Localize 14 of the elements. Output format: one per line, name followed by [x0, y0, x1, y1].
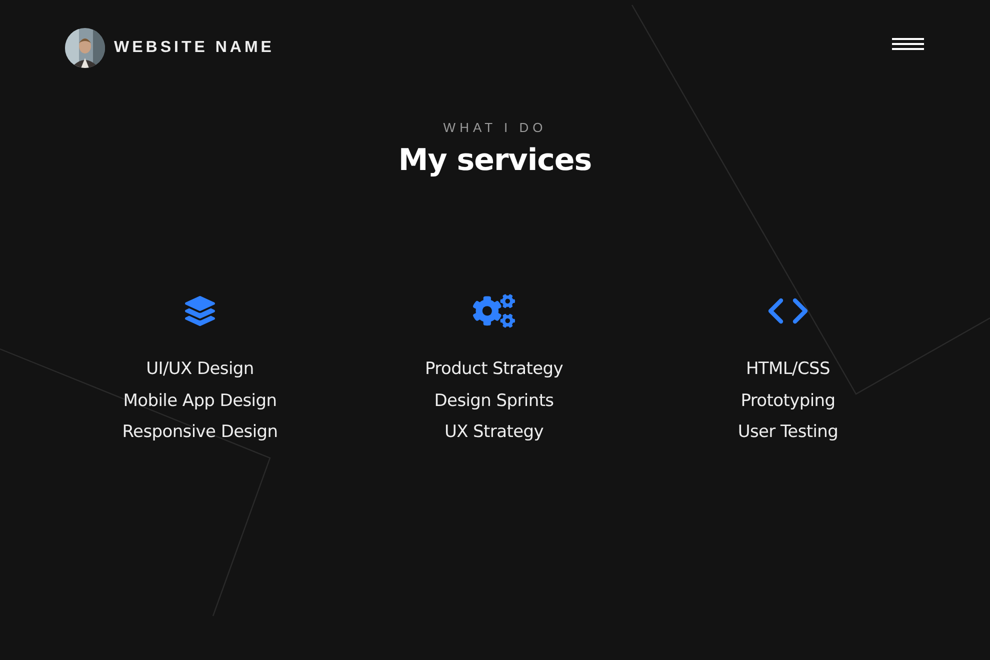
section-title: My services: [398, 143, 592, 178]
layers-icon: [185, 296, 215, 326]
site-name: WEBSITE NAME: [114, 39, 274, 57]
menu-button[interactable]: [891, 36, 925, 52]
service-item: Design Sprints: [434, 390, 554, 412]
service-item: HTML/CSS: [746, 358, 830, 381]
service-item: UX Strategy: [444, 421, 544, 444]
service-item: UI/UX Design: [146, 358, 254, 381]
service-item: Mobile App Design: [123, 390, 277, 412]
service-item: Product Strategy: [425, 358, 563, 381]
service-item: Responsive Design: [122, 421, 278, 444]
service-item: Prototyping: [740, 390, 836, 412]
service-item: User Testing: [738, 421, 838, 444]
section-eyebrow: WHAT I DO: [443, 120, 547, 135]
